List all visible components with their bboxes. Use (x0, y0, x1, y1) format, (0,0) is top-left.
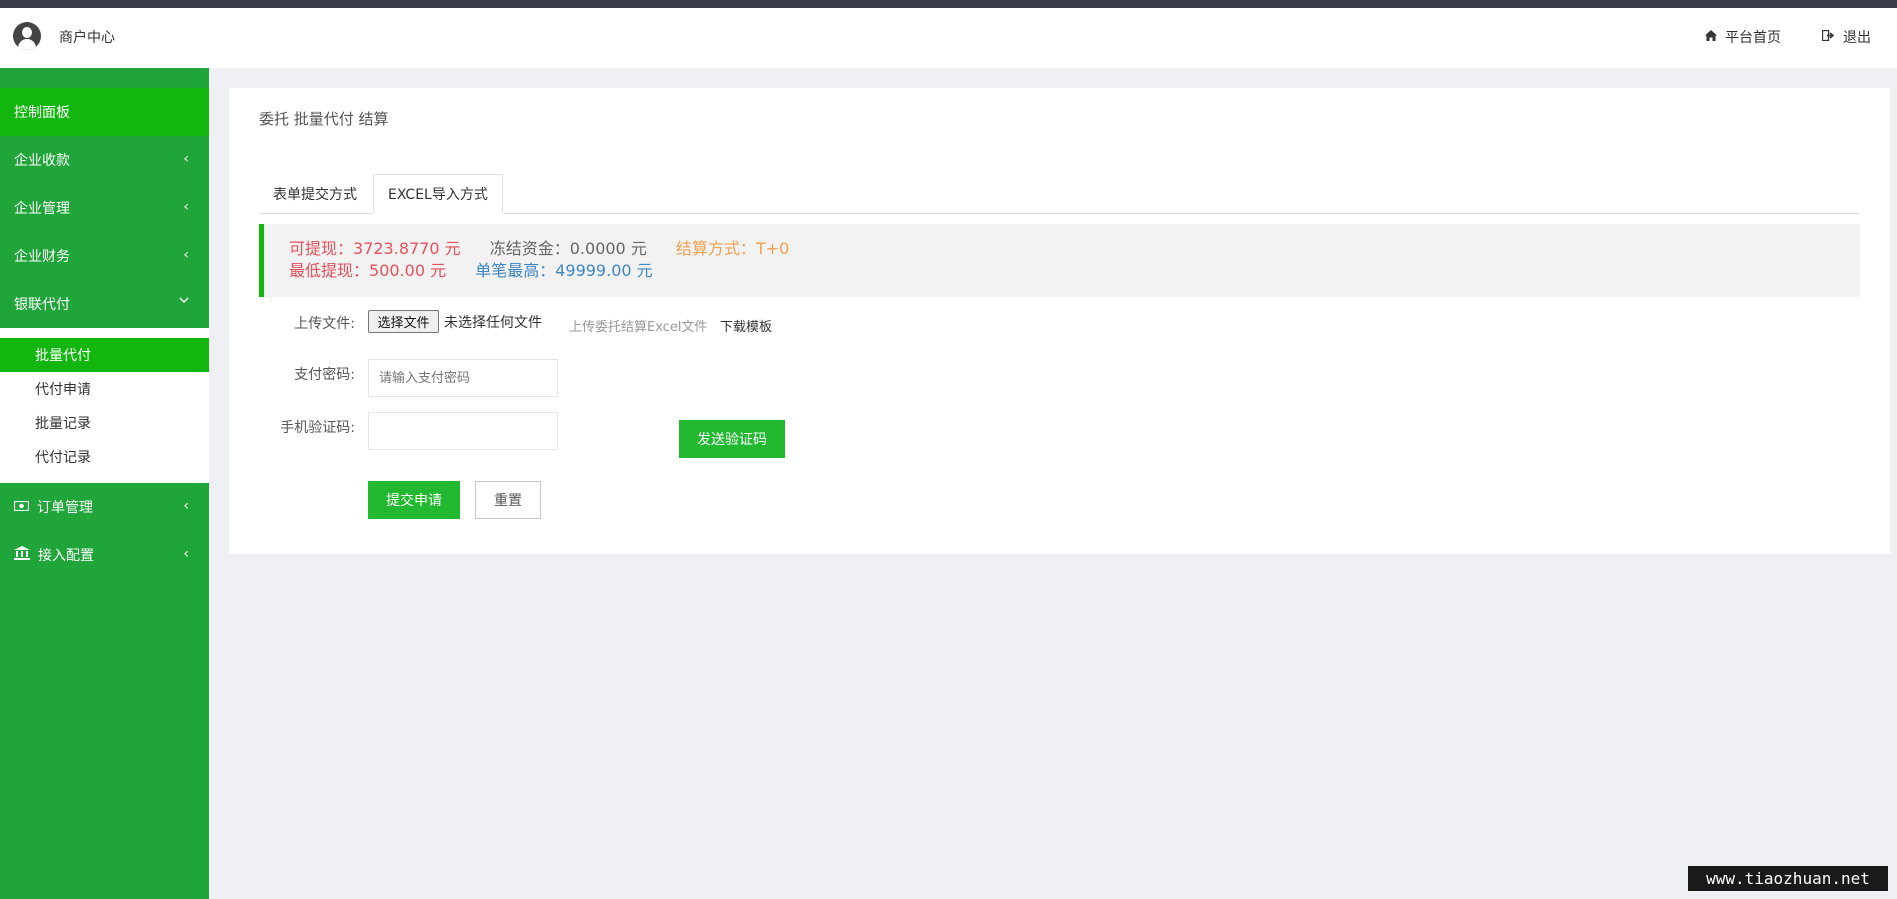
settlement-label: 结算方式： (675, 239, 756, 258)
sidebar-item-label: 控制面板 (14, 105, 70, 121)
home-link[interactable]: 平台首页 (1705, 27, 1781, 47)
sidebar-item-dashboard[interactable]: 控制面板 (0, 88, 209, 136)
frozen-label: 冻结资金： (489, 239, 570, 258)
submit-button[interactable]: 提交申请 (368, 481, 460, 519)
min-withdraw-value: 500.00 元 (369, 261, 447, 280)
sidebar-item-orders[interactable]: 订单管理 ‹ (0, 483, 209, 531)
send-code-button[interactable]: 发送验证码 (679, 420, 785, 458)
sms-code-input[interactable] (368, 412, 558, 450)
breadcrumb: 委托 批量代付 结算 (259, 110, 389, 128)
home-link-label: 平台首页 (1725, 30, 1781, 46)
home-icon (1705, 30, 1717, 44)
sidebar-item-label: 企业财务 (14, 249, 70, 265)
download-template-link[interactable]: 下载模板 (720, 316, 772, 335)
sidebar-item-finance[interactable]: 企业财务 ‹ (0, 232, 209, 280)
sms-code-label: 手机验证码: (280, 420, 355, 436)
balance-notice: 可提现：3723.8770 元 冻结资金：0.0000 元 结算方式：T+0 最… (259, 224, 1860, 297)
min-withdraw-label: 最低提现： (289, 261, 370, 280)
chevron-left-icon: ‹ (183, 498, 189, 514)
main-card: 委托 批量代付 结算 表单提交方式 EXCEL导入方式 可提现：3723.877… (229, 88, 1890, 554)
logout-link-label: 退出 (1843, 30, 1871, 46)
tab-label: EXCEL导入方式 (388, 187, 488, 203)
notice-line-2: 最低提现：500.00 元 单笔最高：49999.00 元 (289, 260, 1860, 282)
submenu: 批量代付 代付申请 批量记录 代付记录 (0, 328, 209, 483)
sign-out-icon (1821, 29, 1835, 44)
sidebar-item-label: 企业管理 (14, 201, 70, 217)
tab-form-submit[interactable]: 表单提交方式 (259, 174, 371, 214)
top-strip (0, 0, 1897, 8)
available-label: 可提现： (289, 239, 354, 258)
header: 商户中心 平台首页 退出 (0, 8, 1897, 68)
chevron-left-icon: ‹ (183, 199, 189, 215)
watermark: www.tiaozhuan.net (1688, 866, 1888, 891)
settlement-value: T+0 (755, 239, 790, 258)
sidebar-item-label: 订单管理 (37, 500, 93, 516)
max-per-transaction-label: 单笔最高： (475, 261, 556, 280)
tab-label: 表单提交方式 (273, 187, 357, 203)
sidebar-item-label: 企业收款 (14, 153, 70, 169)
chevron-left-icon: ‹ (183, 546, 189, 562)
chevron-down-icon (179, 293, 189, 309)
available-value: 3723.8770 元 (353, 239, 461, 258)
chevron-left-icon: ‹ (183, 247, 189, 263)
sidebar-item-collection[interactable]: 企业收款 ‹ (0, 136, 209, 184)
avatar[interactable] (13, 22, 41, 50)
submenu-item-payout-records[interactable]: 代付记录 (0, 440, 209, 474)
tab-excel-import[interactable]: EXCEL导入方式 (373, 174, 503, 214)
chevron-left-icon: ‹ (183, 151, 189, 167)
logout-link[interactable]: 退出 (1821, 27, 1871, 47)
upload-hint: 上传委托结算Excel文件 (569, 320, 708, 335)
frozen-value: 0.0000 元 (569, 239, 647, 258)
submenu-item-label: 批量记录 (35, 416, 91, 432)
sidebar: 控制面板 企业收款 ‹ 企业管理 ‹ 企业财务 ‹ 银联代付 批量代付 代付申请… (0, 68, 209, 899)
choose-file-button[interactable]: 选择文件 (368, 310, 439, 333)
sidebar-item-unionpay[interactable]: 银联代付 (0, 280, 209, 328)
submenu-item-batch-payout[interactable]: 批量代付 (0, 338, 209, 372)
sidebar-item-label: 银联代付 (14, 297, 70, 313)
max-per-transaction-value: 49999.00 元 (555, 261, 653, 280)
tab-bar: 表单提交方式 EXCEL导入方式 (259, 174, 1860, 214)
reset-button[interactable]: 重置 (475, 481, 541, 519)
submenu-item-label: 批量代付 (35, 348, 91, 364)
bank-icon (14, 546, 30, 564)
payment-password-input[interactable] (368, 359, 558, 397)
brand-title: 商户中心 (59, 30, 115, 46)
upload-file-label: 上传文件: (294, 316, 355, 332)
sidebar-item-access-config[interactable]: 接入配置 ‹ (0, 531, 209, 579)
submenu-item-batch-records[interactable]: 批量记录 (0, 406, 209, 440)
money-icon (13, 500, 30, 515)
submenu-item-label: 代付记录 (35, 450, 91, 466)
sidebar-item-label: 接入配置 (38, 548, 94, 564)
payment-password-label: 支付密码: (294, 367, 355, 383)
submenu-item-label: 代付申请 (35, 382, 91, 398)
notice-line-1: 可提现：3723.8770 元 冻结资金：0.0000 元 结算方式：T+0 (289, 238, 1860, 260)
submenu-item-payout-apply[interactable]: 代付申请 (0, 372, 209, 406)
sidebar-item-enterprise[interactable]: 企业管理 ‹ (0, 184, 209, 232)
file-status: 未选择任何文件 (444, 315, 542, 331)
